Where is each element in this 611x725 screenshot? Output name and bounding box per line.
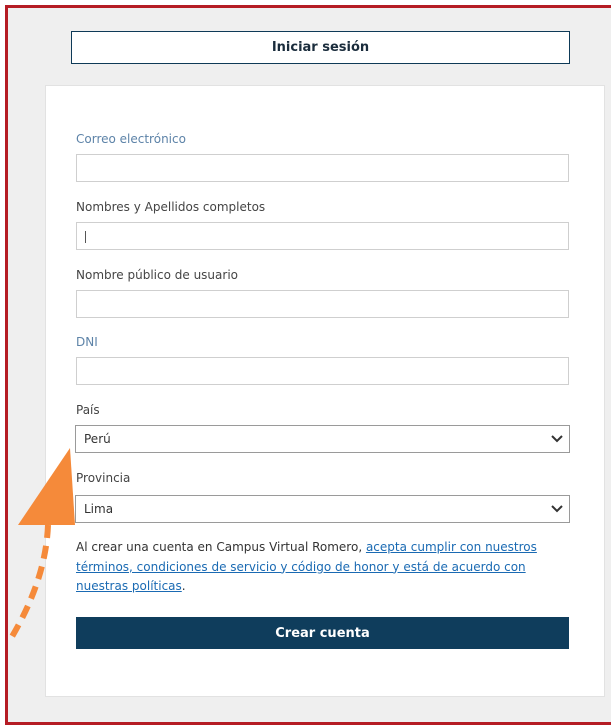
orange-arrow-annotation <box>7 448 75 642</box>
arrow-dashed-tail <box>7 524 51 642</box>
arrow-head-icon <box>18 448 75 525</box>
